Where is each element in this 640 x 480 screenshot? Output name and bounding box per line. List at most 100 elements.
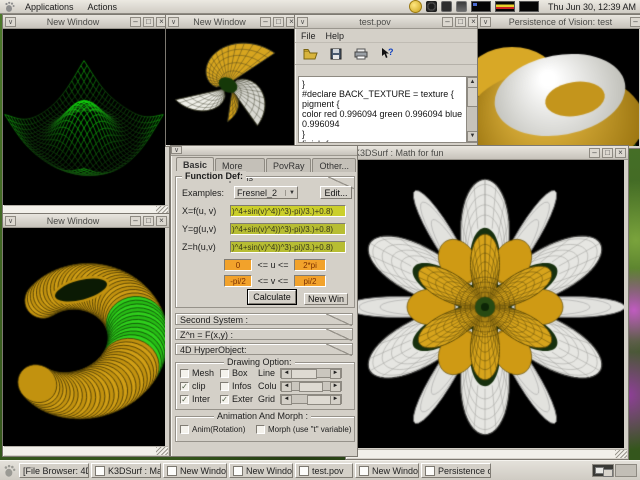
edit-button[interactable]: Edit... bbox=[320, 186, 352, 199]
tab-basic[interactable]: Basic bbox=[176, 157, 215, 171]
task-file-browser[interactable]: [File Browser: 4D bbox=[19, 463, 89, 478]
tab-povray[interactable]: PovRay bbox=[265, 158, 312, 172]
z-function-input[interactable]: )^4+sin(v)^4))^3)-pi)/3.)+0.8) bbox=[230, 241, 346, 253]
task-new-window-3[interactable]: New Window bbox=[355, 463, 419, 478]
workspace-thumb-3[interactable] bbox=[518, 1, 539, 12]
minimize-button[interactable]: – bbox=[589, 147, 600, 158]
minimize-button[interactable]: – bbox=[130, 16, 141, 27]
gnome-footprint-icon[interactable] bbox=[3, 464, 17, 478]
v-min-input[interactable]: -pi/2 bbox=[224, 275, 252, 287]
new-win-button[interactable]: New Win bbox=[304, 293, 348, 305]
v-max-input[interactable]: pi/2 bbox=[294, 275, 326, 287]
pov-code-editor[interactable]: } #declare BACK_TEXTURE = texture { pigm… bbox=[298, 76, 467, 143]
maximize-button[interactable]: □ bbox=[455, 16, 466, 27]
x-function-input[interactable]: )^4+sin(v)^4))^3)-pi)/3.)+0.8) bbox=[230, 205, 346, 217]
minimize-button[interactable]: – bbox=[260, 16, 271, 27]
calculate-button[interactable]: Calculate bbox=[247, 289, 297, 305]
slider-thumb[interactable] bbox=[291, 369, 317, 379]
titlebar[interactable]: K3DSurf : Math for fun – □ × bbox=[346, 146, 628, 160]
spiral-viewport[interactable] bbox=[166, 29, 297, 145]
hyperobject-strip[interactable]: 4D HyperObject: bbox=[175, 343, 353, 356]
window-menu-icon[interactable]: ∨ bbox=[297, 16, 308, 27]
resize-grip[interactable] bbox=[156, 447, 168, 455]
resize-grip[interactable] bbox=[615, 450, 627, 458]
arrow-left-icon[interactable]: ◄ bbox=[281, 382, 292, 392]
surface-viewport[interactable] bbox=[346, 160, 624, 448]
slider-thumb[interactable] bbox=[299, 382, 323, 392]
pager-workspace-2[interactable] bbox=[615, 464, 637, 477]
context-help-icon[interactable]: ? bbox=[380, 47, 393, 60]
minimize-button[interactable]: – bbox=[442, 16, 453, 27]
task-label: New Window bbox=[180, 465, 227, 476]
u-max-input[interactable]: 2*pi bbox=[294, 259, 326, 271]
maximize-button[interactable]: □ bbox=[143, 16, 154, 27]
menu-actions[interactable]: Actions bbox=[83, 2, 123, 12]
torus-viewport[interactable] bbox=[3, 228, 165, 446]
window-menu-icon[interactable]: ∨ bbox=[168, 16, 179, 27]
print-icon[interactable] bbox=[354, 48, 368, 60]
minimize-button[interactable]: – bbox=[630, 16, 640, 27]
morph-checkbox[interactable] bbox=[256, 425, 265, 434]
u-min-input[interactable]: 0 bbox=[224, 259, 252, 271]
titlebar[interactable]: ∨ Persistence of Vision: test – bbox=[478, 15, 640, 29]
menu-help[interactable]: Help bbox=[326, 31, 345, 41]
workspace-thumb-1[interactable] bbox=[470, 1, 491, 12]
maximize-button[interactable]: □ bbox=[602, 147, 613, 158]
task-k3dsurf[interactable]: K3DSurf : Math f bbox=[91, 463, 161, 478]
arrow-left-icon[interactable]: ◄ bbox=[281, 395, 292, 405]
anim-rotation-checkbox[interactable] bbox=[180, 425, 189, 434]
tab-other[interactable]: Other... bbox=[312, 158, 356, 172]
y-function-input[interactable]: )^4+sin(v)^4))^3)-pi)/3.)+0.8) bbox=[230, 223, 346, 235]
second-system-label: Second System : bbox=[180, 315, 249, 325]
arrow-right-icon[interactable]: ► bbox=[330, 369, 341, 379]
infos-checkbox[interactable] bbox=[220, 381, 229, 391]
zn-strip[interactable]: Z^n = F(x,y) : bbox=[175, 328, 353, 341]
window-menu-icon[interactable]: ∨ bbox=[171, 146, 182, 154]
titlebar[interactable]: ∨ bbox=[171, 146, 357, 156]
line-slider[interactable]: ◄ ► bbox=[280, 368, 342, 379]
titlebar[interactable]: ∨ New Window – □ × bbox=[166, 15, 299, 29]
slider-thumb[interactable] bbox=[307, 395, 331, 405]
window-menu-icon[interactable]: ∨ bbox=[5, 16, 16, 27]
exter-checkbox[interactable]: ✓ bbox=[220, 394, 229, 404]
gnome-footprint-icon[interactable] bbox=[4, 1, 16, 13]
inter-checkbox[interactable]: ✓ bbox=[180, 394, 189, 404]
tab-more-options[interactable]: More Options bbox=[215, 158, 265, 183]
menu-applications[interactable]: Applications bbox=[20, 2, 79, 12]
box-checkbox[interactable] bbox=[220, 368, 229, 378]
workspace-thumb-2[interactable] bbox=[494, 1, 515, 12]
task-povray[interactable]: Persistence of V bbox=[421, 463, 491, 478]
mesh-checkbox[interactable] bbox=[180, 368, 189, 378]
arrow-right-icon[interactable]: ► bbox=[330, 395, 341, 405]
clip-checkbox[interactable]: ✓ bbox=[180, 381, 189, 391]
open-icon[interactable] bbox=[303, 48, 318, 60]
maximize-button[interactable]: □ bbox=[273, 16, 284, 27]
wireframe-viewport[interactable] bbox=[3, 29, 165, 205]
brightness-tray-icon[interactable] bbox=[425, 1, 437, 12]
close-button[interactable]: × bbox=[615, 147, 626, 158]
maximize-button[interactable]: □ bbox=[143, 215, 154, 226]
clock[interactable]: Thu Jun 30, 12:39 AM bbox=[543, 2, 636, 12]
task-testpov[interactable]: test.pov bbox=[295, 463, 353, 478]
screenshot-tray-icon[interactable] bbox=[455, 1, 467, 12]
titlebar[interactable]: ∨ test.pov – □ × bbox=[295, 15, 481, 29]
anim-rotation-label: Anim(Rotation) bbox=[192, 425, 246, 434]
close-button[interactable]: × bbox=[156, 215, 167, 226]
titlebar[interactable]: ∨ New Window – □ × bbox=[3, 214, 169, 228]
grid-slider[interactable]: ◄ ► bbox=[280, 394, 342, 405]
pager-workspace-active[interactable] bbox=[592, 464, 614, 477]
examples-combobox[interactable]: Fresnel_2 ▼ bbox=[234, 186, 298, 199]
minimize-button[interactable]: – bbox=[130, 215, 141, 226]
second-system-strip[interactable]: Second System : bbox=[175, 313, 353, 326]
save-icon[interactable] bbox=[330, 48, 342, 60]
menu-file[interactable]: File bbox=[301, 31, 316, 41]
lightbulb-tray-icon[interactable] bbox=[408, 0, 422, 13]
task-new-window-2[interactable]: New Window bbox=[229, 463, 293, 478]
titlebar[interactable]: ∨ New Window – □ × bbox=[3, 15, 169, 29]
window-menu-icon[interactable]: ∨ bbox=[5, 215, 16, 226]
colu-slider[interactable]: ◄ ► bbox=[280, 381, 342, 392]
arrow-right-icon[interactable]: ► bbox=[330, 382, 341, 392]
display-tray-icon[interactable] bbox=[440, 1, 452, 12]
window-menu-icon[interactable]: ∨ bbox=[480, 16, 491, 27]
task-new-window-1[interactable]: New Window bbox=[163, 463, 227, 478]
